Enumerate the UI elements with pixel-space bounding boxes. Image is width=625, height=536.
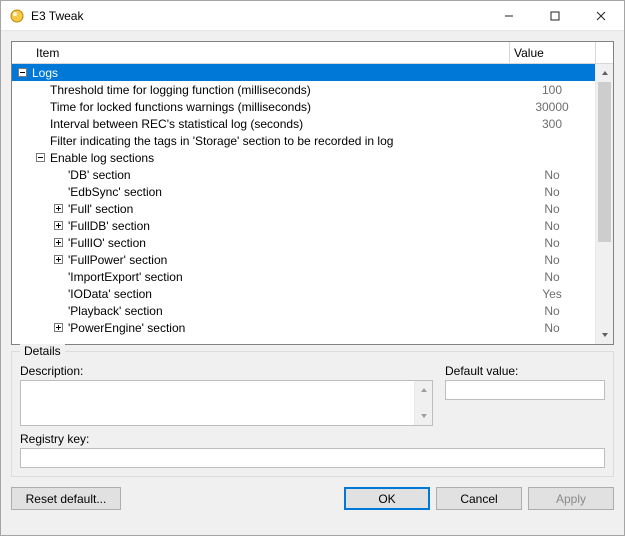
row-value[interactable]: No: [509, 236, 595, 250]
app-icon: [9, 8, 25, 24]
row-label: Time for locked functions warnings (mill…: [50, 100, 509, 114]
tree-row[interactable]: 'IOData' sectionYes: [12, 285, 595, 302]
registry-key-label: Registry key:: [20, 432, 605, 446]
apply-button[interactable]: Apply: [528, 487, 614, 510]
expand-toggle-icon[interactable]: [54, 323, 63, 332]
collapse-toggle-icon[interactable]: [18, 68, 27, 77]
row-label: 'ImportExport' section: [68, 270, 509, 284]
default-value-input[interactable]: [445, 380, 605, 400]
row-value[interactable]: No: [509, 168, 595, 182]
scroll-down-arrow-icon[interactable]: [596, 326, 613, 344]
row-label: 'PowerEngine' section: [68, 321, 509, 335]
row-label: Filter indicating the tags in 'Storage' …: [50, 134, 509, 148]
column-header-item[interactable]: Item: [12, 46, 509, 60]
tree-row[interactable]: 'FullDB' sectionNo: [12, 217, 595, 234]
tree-rows[interactable]: Logs Threshold time for logging function …: [12, 64, 595, 344]
row-label: 'Full' section: [68, 202, 509, 216]
row-value[interactable]: Yes: [509, 287, 595, 301]
tree-row[interactable]: Enable log sections: [12, 149, 595, 166]
tree-row[interactable]: 'Playback' sectionNo: [12, 302, 595, 319]
column-header-scroll-gap: [595, 42, 613, 63]
row-label: 'IOData' section: [68, 287, 509, 301]
expand-toggle-icon[interactable]: [54, 221, 63, 230]
tree-row[interactable]: 'DB' sectionNo: [12, 166, 595, 183]
scroll-up-arrow-icon[interactable]: [596, 64, 613, 82]
row-label: Threshold time for logging function (mil…: [50, 83, 509, 97]
vertical-scrollbar[interactable]: [595, 64, 613, 344]
window-title: E3 Tweak: [31, 9, 83, 23]
row-value[interactable]: 30000: [509, 100, 595, 114]
close-button[interactable]: [578, 1, 624, 31]
tree-row[interactable]: Logs: [12, 64, 595, 81]
row-label: Logs: [32, 66, 509, 80]
tree-row[interactable]: Time for locked functions warnings (mill…: [12, 98, 595, 115]
row-label: 'DB' section: [68, 168, 509, 182]
column-header-value[interactable]: Value: [509, 42, 595, 63]
cancel-button[interactable]: Cancel: [436, 487, 522, 510]
row-label: Enable log sections: [50, 151, 509, 165]
row-value[interactable]: No: [509, 253, 595, 267]
description-textarea[interactable]: [20, 380, 433, 426]
tree-row[interactable]: 'EdbSync' sectionNo: [12, 183, 595, 200]
row-label: 'EdbSync' section: [68, 185, 509, 199]
row-value[interactable]: No: [509, 185, 595, 199]
expand-toggle-icon[interactable]: [54, 204, 63, 213]
app-window: E3 Tweak Item Value Logs Threshold time f…: [0, 0, 625, 536]
tree-row[interactable]: 'Full' sectionNo: [12, 200, 595, 217]
tree-row[interactable]: Interval between REC's statistical log (…: [12, 115, 595, 132]
reset-default-button[interactable]: Reset default...: [11, 487, 121, 510]
details-legend: Details: [20, 344, 65, 358]
row-value[interactable]: 300: [509, 117, 595, 131]
row-label: 'Playback' section: [68, 304, 509, 318]
dialog-button-row: Reset default... OK Cancel Apply: [11, 483, 614, 510]
tree-row[interactable]: 'ImportExport' sectionNo: [12, 268, 595, 285]
row-label: Interval between REC's statistical log (…: [50, 117, 509, 131]
description-label: Description:: [20, 364, 433, 378]
expand-toggle-icon[interactable]: [54, 255, 63, 264]
collapse-toggle-icon[interactable]: [36, 153, 45, 162]
desc-scroll-down-icon[interactable]: [415, 407, 432, 425]
maximize-button[interactable]: [532, 1, 578, 31]
description-scrollbar[interactable]: [414, 381, 432, 425]
row-value[interactable]: No: [509, 202, 595, 216]
tree-header: Item Value: [12, 42, 613, 64]
tree-row[interactable]: 'FullIO' sectionNo: [12, 234, 595, 251]
details-group: Details Description: Default value:: [11, 351, 614, 477]
tree-row[interactable]: 'PowerEngine' sectionNo: [12, 319, 595, 336]
tree-row[interactable]: 'FullPower' sectionNo: [12, 251, 595, 268]
row-label: 'FullPower' section: [68, 253, 509, 267]
expand-toggle-icon[interactable]: [54, 238, 63, 247]
scroll-thumb[interactable]: [598, 82, 611, 242]
ok-button[interactable]: OK: [344, 487, 430, 510]
scroll-track[interactable]: [596, 82, 613, 326]
row-label: 'FullIO' section: [68, 236, 509, 250]
registry-key-input[interactable]: [20, 448, 605, 468]
row-value[interactable]: 100: [509, 83, 595, 97]
row-value[interactable]: No: [509, 219, 595, 233]
row-value[interactable]: No: [509, 321, 595, 335]
title-bar: E3 Tweak: [1, 1, 624, 31]
row-value[interactable]: No: [509, 304, 595, 318]
tree-row[interactable]: Filter indicating the tags in 'Storage' …: [12, 132, 595, 149]
settings-tree: Item Value Logs Threshold time for loggin…: [11, 41, 614, 345]
row-label: 'FullDB' section: [68, 219, 509, 233]
desc-scroll-up-icon[interactable]: [415, 381, 432, 399]
row-value[interactable]: No: [509, 270, 595, 284]
client-area: Item Value Logs Threshold time for loggin…: [1, 31, 624, 535]
description-text: [21, 381, 414, 425]
tree-row[interactable]: Threshold time for logging function (mil…: [12, 81, 595, 98]
minimize-button[interactable]: [486, 1, 532, 31]
default-value-label: Default value:: [445, 364, 605, 378]
